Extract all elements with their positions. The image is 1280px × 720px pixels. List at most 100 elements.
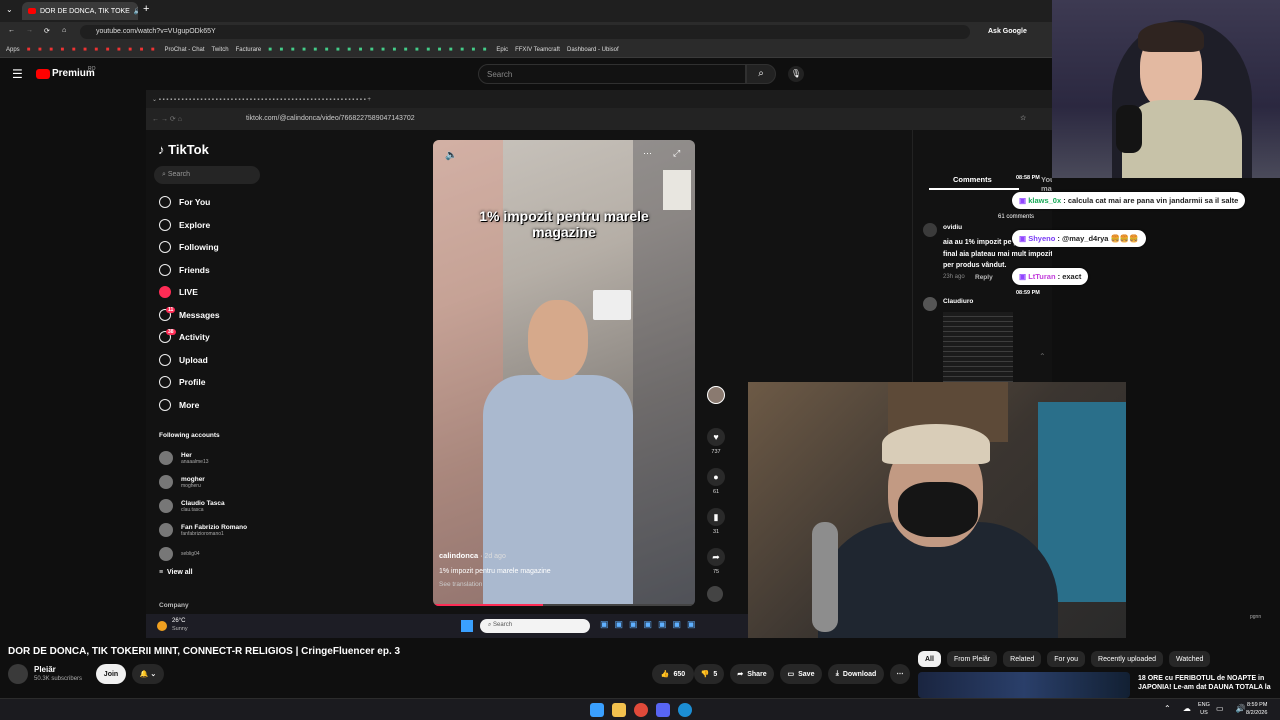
save-action[interactable]: ▮ 31 [706, 508, 726, 535]
like-action[interactable]: ♥ 737 [706, 428, 726, 455]
stream-tab-list[interactable]: ⌄ ▪ ▪ ▪ ▪ ▪ ▪ ▪ ▪ ▪ ▪ ▪ ▪ ▪ ▪ ▪ ▪ ▪ ▪ ▪ … [152, 96, 371, 103]
creator-avatar[interactable] [707, 386, 725, 404]
notifications-button[interactable]: 🔔 ⌄ [132, 664, 164, 684]
like-button[interactable]: 👍 650 [652, 664, 694, 684]
chrome-icon[interactable] [634, 703, 648, 717]
tiktok-logo[interactable]: ♪ TikTok [158, 142, 209, 157]
bookmark-ffxiv[interactable]: FFXIV Teamcraft [515, 47, 560, 53]
nav-item-for-you[interactable]: For You [146, 191, 276, 214]
bookmark-prochat[interactable]: ProChat - Chat [165, 47, 205, 53]
comment-avatar[interactable] [923, 223, 937, 237]
see-translation-link[interactable]: See translation [439, 581, 551, 588]
company-link[interactable]: Company [159, 602, 189, 609]
following-account[interactable]: Claudio Tasca clau.tasca [146, 494, 276, 518]
channel-name[interactable]: Pleiăr [34, 665, 56, 674]
edge-icon[interactable] [678, 703, 692, 717]
menu-icon[interactable]: ☰ [12, 67, 23, 81]
nav-item-upload[interactable]: Upload [146, 349, 276, 372]
tab-audio-icon[interactable]: 🔊 [134, 7, 138, 15]
rec-title[interactable]: 18 ORE cu FERIBOTUL de NOAPTE in JAPONIA… [1138, 674, 1274, 694]
video-progress-bar[interactable] [433, 604, 695, 606]
save-button[interactable]: ▭ Save [780, 664, 822, 684]
nav-item-activity[interactable]: Activity 38 [146, 326, 276, 349]
bookmark-ubisoft[interactable]: Dashboard - Ubisof [567, 47, 619, 53]
windows-start-icon[interactable] [590, 703, 604, 717]
start-icon[interactable] [461, 620, 473, 632]
tab-list-icon[interactable]: ⌄ [6, 5, 13, 14]
music-disc-icon[interactable] [707, 586, 723, 602]
tray-icons[interactable]: ⌃ ☁ [1164, 704, 1196, 713]
stream-taskbar: 26°C Sunny ⌕ Search ▣▣▣▣▣▣▣ [146, 614, 748, 638]
nav-item-more[interactable]: More [146, 394, 276, 417]
comment-user[interactable]: ovidiu [943, 224, 962, 231]
bookmark-twitch[interactable]: Twitch [212, 47, 229, 53]
nav-item-messages[interactable]: Messages 11 [146, 304, 276, 327]
view-all-link[interactable]: ≡ View all [159, 569, 193, 576]
forward-icon[interactable]: → [26, 27, 33, 34]
nav-item-live[interactable]: LIVE [146, 281, 276, 304]
nav-item-explore[interactable]: Explore [146, 214, 276, 237]
tiktok-video-player[interactable]: 🔈 ⋯ ⤢ 1% impozit pentru marele magazine … [433, 140, 695, 606]
download-button[interactable]: ⤓ Download [828, 664, 884, 684]
following-account[interactable]: Fan Fabrizio Romano fanfabrizioromano1 [146, 518, 276, 542]
discord-icon[interactable] [656, 703, 670, 717]
tab-comments[interactable]: Comments [953, 175, 992, 184]
bookmark-star-icon[interactable]: ☆ [1020, 114, 1026, 122]
chip-related[interactable]: Related [1003, 651, 1042, 667]
video-meta: calindonca · 2d ago 1% impozit pentru ma… [439, 551, 551, 588]
search-icon[interactable]: ⌕ [746, 64, 776, 84]
youtube-logo-icon[interactable] [36, 69, 50, 79]
scroll-up-icon[interactable]: ⌃ [1039, 352, 1046, 361]
fullscreen-icon[interactable]: ⤢ [673, 148, 680, 159]
stream-nav-icons[interactable]: ← → ⟳ ⌂ [152, 115, 182, 123]
bookmark-icons-2[interactable]: ■ ■ ■ ■ ■ ■ ■ ■ ■ ■ ■ ■ ■ ■ ■ ■ ■ ■ ■ ■ [268, 47, 489, 53]
chip-recently-uploaded[interactable]: Recently uploaded [1091, 651, 1164, 667]
lang-indicator[interactable]: ENG US [1198, 701, 1210, 717]
chip-watched[interactable]: Watched [1169, 651, 1211, 667]
rec-thumbnail[interactable] [918, 672, 1130, 698]
new-tab-button[interactable]: + [143, 3, 149, 15]
following-account[interactable]: Her anaaalme13 [146, 446, 276, 470]
bookmark-facturare[interactable]: Facturare [236, 47, 262, 53]
more-actions-button[interactable]: ⋯ [890, 664, 910, 684]
bookmark-apps[interactable]: Apps [6, 47, 20, 53]
dislike-button[interactable]: 👎 5 [694, 664, 724, 684]
chip-all[interactable]: All [918, 651, 941, 667]
comment-action[interactable]: ● 61 [706, 468, 726, 495]
following-account[interactable]: seblig04 [146, 542, 276, 566]
chip-from-plei-r[interactable]: From Pleiăr [946, 651, 998, 667]
more-options-icon[interactable]: ⋯ [643, 148, 652, 159]
nav-item-friends[interactable]: Friends [146, 259, 276, 282]
chip-for-you[interactable]: For you [1047, 651, 1086, 667]
omnibox[interactable]: youtube.com/watch?v=VUgupODk65Y [80, 25, 970, 39]
clock[interactable]: 8:59 PM 8/2/2026 [1246, 701, 1267, 717]
following-account[interactable]: mogher mogheru [146, 470, 276, 494]
nav-badge: 38 [166, 329, 176, 336]
video-username[interactable]: calindonca [439, 551, 478, 560]
home-icon[interactable]: ⌂ [62, 27, 66, 34]
join-button[interactable]: Join [96, 664, 126, 684]
ask-google-button[interactable]: Ask Google [988, 28, 1027, 35]
stream-url[interactable]: tiktok.com/@calindonca/video/76682275890… [246, 115, 415, 122]
comment-reply[interactable]: Reply [975, 274, 993, 281]
taskbar-search[interactable]: ⌕ Search [480, 619, 590, 633]
taskbar-apps[interactable]: ▣▣▣▣▣▣▣ [600, 619, 702, 630]
back-icon[interactable]: ← [8, 27, 15, 34]
bookmark-icons[interactable]: ■ ■ ■ ■ ■ ■ ■ ■ ■ ■ ■ ■ [27, 47, 158, 53]
nav-item-following[interactable]: Following [146, 236, 276, 259]
file-explorer-icon[interactable] [612, 703, 626, 717]
comment-avatar-2[interactable] [923, 297, 937, 311]
bookmark-epic[interactable]: Epic [496, 47, 508, 53]
mute-icon[interactable]: 🔈 [445, 150, 457, 161]
browser-tab-active[interactable]: DOR DE DONCA, TIK TOKE 🔊 ✕ [22, 2, 138, 20]
channel-avatar[interactable] [8, 664, 28, 684]
share-action[interactable]: ➦ 75 [706, 548, 726, 575]
reload-icon[interactable]: ⟳ [44, 27, 50, 35]
comment-user-2[interactable]: Claudiuro [943, 298, 973, 305]
mic-icon[interactable]: 🎙 [788, 66, 804, 82]
share-button[interactable]: ➦ Share [730, 664, 774, 684]
youtube-search-input[interactable]: Search [478, 64, 746, 84]
nav-item-profile[interactable]: Profile [146, 371, 276, 394]
tiktok-search-input[interactable]: ⌕ Search [154, 166, 260, 184]
comment-image[interactable] [943, 312, 1013, 382]
